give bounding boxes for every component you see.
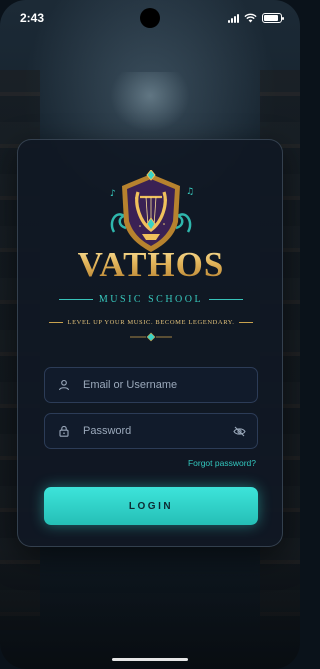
background-floor-shadow	[0, 549, 300, 669]
brand-title: VATHOS	[18, 245, 284, 285]
forgot-password-link[interactable]: Forgot password?	[188, 458, 256, 468]
status-time: 2:43	[20, 11, 45, 25]
brand-tagline: LEVEL UP YOUR MUSIC. BECOME LEGENDARY.	[67, 319, 235, 326]
signal-icon	[228, 13, 239, 23]
status-icons	[228, 13, 284, 23]
login-button[interactable]: LOGIN	[44, 487, 258, 525]
tagline-row: LEVEL UP YOUR MUSIC. BECOME LEGENDARY.	[18, 319, 284, 326]
divider-line	[209, 299, 244, 300]
background-window-glow	[110, 72, 190, 132]
login-card: ♪ ♫ VATHOS MUSIC SCHOOL LEVEL UP YOUR MU…	[17, 139, 283, 547]
eye-off-icon[interactable]	[231, 423, 247, 439]
battery-fill	[264, 15, 279, 21]
svg-text:♪: ♪	[110, 189, 116, 199]
wifi-icon	[244, 13, 257, 23]
password-input[interactable]	[83, 425, 231, 437]
front-camera	[140, 8, 160, 28]
email-field[interactable]	[44, 367, 258, 403]
divider-line	[48, 322, 63, 323]
ornament-divider-icon	[130, 332, 172, 342]
brand-subtitle-row: MUSIC SCHOOL	[18, 294, 284, 305]
user-icon	[56, 377, 72, 393]
home-indicator[interactable]	[112, 658, 188, 661]
battery-icon	[262, 13, 284, 23]
lock-icon	[56, 423, 72, 439]
password-field[interactable]	[44, 413, 258, 449]
svg-text:♫: ♫	[186, 187, 194, 197]
email-input[interactable]	[83, 379, 257, 391]
app-screen: 2:43 ♪ ♫ VATHOS MUSIC SCHOOL LEVEL UP YO…	[0, 0, 300, 669]
brand-subtitle: MUSIC SCHOOL	[98, 294, 204, 305]
divider-line	[58, 299, 93, 300]
divider-line	[239, 322, 254, 323]
